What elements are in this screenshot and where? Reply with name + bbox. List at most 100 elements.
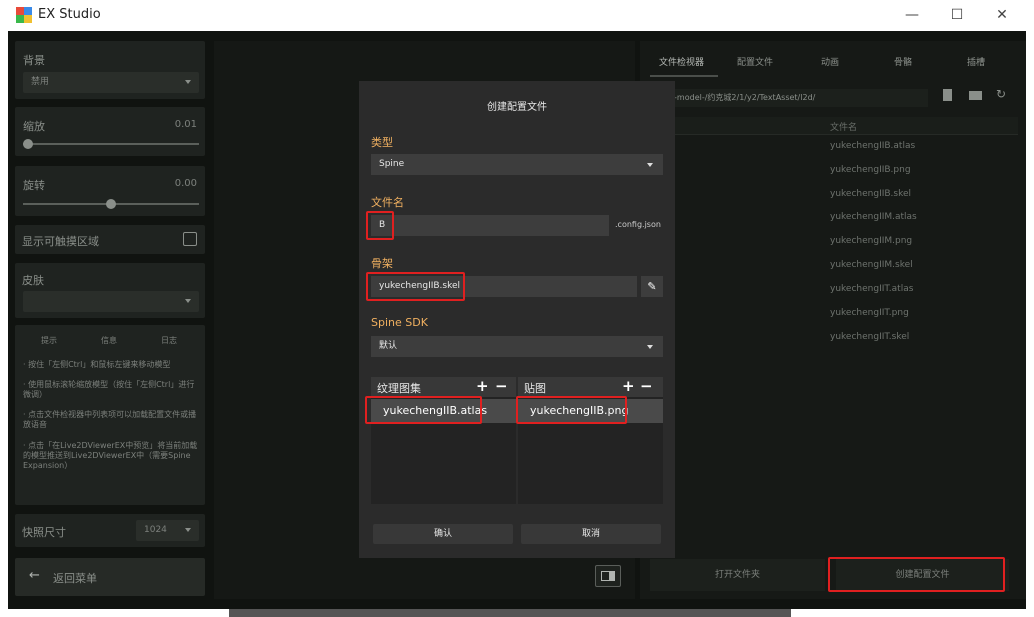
snapshot-label: 快照尺寸	[22, 526, 66, 539]
sdk-select[interactable]: 默认	[371, 336, 663, 357]
snapshot-size-select[interactable]: 1024	[136, 520, 199, 541]
tip-item: · 使用鼠标滚轮缩放模型（按住「左侧Ctrl」进行微调）	[23, 380, 195, 399]
filename-input[interactable]: B	[371, 215, 609, 236]
tab-info[interactable]: 信息	[101, 335, 117, 346]
new-file-icon[interactable]	[943, 89, 952, 101]
tab-slots[interactable]: 插槽	[967, 55, 985, 68]
open-folder-button[interactable]: 打开文件夹	[650, 559, 825, 591]
touch-area-checkbox[interactable]	[183, 232, 197, 246]
tab-file-browser[interactable]: 文件检视器	[659, 55, 704, 68]
chevron-down-icon	[647, 163, 653, 167]
background-label: 背景	[23, 54, 45, 67]
folder-icon[interactable]	[969, 91, 982, 100]
app-client-area: 背景 禁用 缩放 0.01 旋转 0.00 显示可触摸区域 皮肤 提示 信息 日…	[8, 31, 1026, 609]
app-window: EX Studio — ☐ ✕ 背景 禁用 缩放 0.01 旋转 0.00 显示…	[0, 0, 1034, 617]
add-atlas-icon[interactable]: +	[476, 379, 489, 394]
tab-animations[interactable]: 动画	[821, 55, 839, 68]
skeleton-label: 骨架	[371, 257, 393, 270]
type-select-value: Spine	[379, 159, 405, 169]
chevron-down-icon	[185, 528, 191, 532]
remove-texture-icon[interactable]: −	[640, 379, 653, 394]
rotate-value: 0.00	[174, 178, 197, 189]
rotate-section: 旋转 0.00	[15, 166, 205, 216]
texture-list-header: 贴图 + −	[518, 377, 663, 397]
chevron-down-icon	[185, 80, 191, 84]
rotate-label: 旋转	[23, 179, 45, 192]
tip-item: · 按住「左侧Ctrl」和鼠标左键来移动模型	[23, 360, 171, 369]
scale-section: 缩放 0.01	[15, 107, 205, 156]
chevron-down-icon	[185, 299, 191, 303]
atlas-list-header: 纹理图集 + −	[371, 377, 516, 397]
texture-highlight	[516, 396, 627, 424]
skin-section: 皮肤	[15, 263, 205, 318]
file-list-item[interactable]: yukechengIIB.skel	[830, 189, 911, 199]
panel-toggle-icon	[601, 571, 615, 581]
column-header-filename: 文件名	[830, 123, 858, 133]
background-section: 背景 禁用	[15, 41, 205, 99]
snapshot-section: 快照尺寸 1024	[15, 514, 205, 547]
file-list-item[interactable]: yukechengIIT.skel	[830, 332, 909, 342]
background-select-value: 禁用	[31, 77, 50, 87]
filename-label: 文件名	[371, 196, 404, 209]
snapshot-size-value: 1024	[144, 525, 167, 535]
window-title: EX Studio	[38, 7, 101, 22]
skin-label: 皮肤	[22, 274, 44, 287]
file-list-item[interactable]: yukechengIIB.atlas	[830, 141, 915, 151]
maximize-button[interactable]: ☐	[944, 4, 970, 26]
edit-pencil-icon[interactable]: ✎	[641, 276, 663, 297]
confirm-button[interactable]: 确认	[373, 524, 513, 544]
file-list-header: 文件名	[648, 117, 1018, 135]
create-config-dialog: 创建配置文件 类型 Spine 文件名 B .config.json 骨架 yu…	[359, 81, 675, 558]
touch-area-section: 显示可触摸区域	[15, 225, 205, 254]
tab-config-files[interactable]: 配置文件	[737, 55, 773, 68]
tip-item: · 点击「在Live2DViewerEX中预览」将当前加载的模型推送到Live2…	[23, 441, 198, 470]
file-list-item[interactable]: yukechengIIT.png	[830, 308, 909, 318]
back-to-menu-button[interactable]: ← 返回菜单	[15, 558, 205, 596]
filename-highlight	[366, 211, 394, 240]
sdk-label: Spine SDK	[371, 316, 428, 329]
file-browser-panel: 文件检视器 配置文件 动画 骨骼 插槽 ive2d-model-/约克城2/1/…	[640, 41, 1026, 599]
file-list-item[interactable]: yukechengIIB.png	[830, 165, 911, 175]
tab-log[interactable]: 日志	[161, 335, 177, 346]
file-list-item[interactable]: yukechengIIT.atlas	[830, 284, 913, 294]
touch-area-label: 显示可触摸区域	[22, 235, 99, 248]
tab-tips[interactable]: 提示	[41, 335, 57, 346]
toggle-panel-button[interactable]	[595, 565, 621, 587]
scale-slider-track[interactable]	[23, 143, 199, 145]
arrow-left-icon: ←	[29, 568, 40, 583]
type-select[interactable]: Spine	[371, 154, 663, 175]
add-texture-icon[interactable]: +	[622, 379, 635, 394]
file-list-item[interactable]: yukechengIIM.skel	[830, 260, 913, 270]
dialog-title: 创建配置文件	[487, 102, 547, 113]
title-bar: EX Studio — ☐ ✕	[0, 0, 1034, 31]
app-logo-icon	[16, 7, 32, 23]
info-section: 提示 信息 日志 · 按住「左侧Ctrl」和鼠标左键来移动模型 · 使用鼠标滚轮…	[15, 325, 205, 505]
skeleton-highlight	[366, 272, 465, 301]
remove-atlas-icon[interactable]: −	[495, 379, 508, 394]
atlas-highlight	[365, 396, 482, 424]
type-label: 类型	[371, 136, 393, 149]
back-to-menu-label: 返回菜单	[53, 572, 97, 585]
path-input[interactable]: ive2d-model-/约克城2/1/y2/TextAsset/l2d/	[648, 89, 928, 107]
sdk-select-value: 默认	[379, 341, 398, 351]
scale-label: 缩放	[23, 120, 45, 133]
atlas-header-label: 纹理图集	[377, 382, 421, 395]
create-config-highlight	[828, 557, 1005, 592]
tip-item: · 点击文件检视器中列表项可以加载配置文件或播放语音	[23, 410, 197, 429]
taskbar-strip	[229, 609, 791, 617]
scale-slider-handle[interactable]	[23, 139, 33, 149]
close-button[interactable]: ✕	[989, 4, 1015, 26]
rotate-slider-handle[interactable]	[106, 199, 116, 209]
chevron-down-icon	[647, 345, 653, 349]
minimize-button[interactable]: —	[899, 4, 925, 26]
scale-value: 0.01	[174, 119, 197, 130]
cancel-button[interactable]: 取消	[521, 524, 661, 544]
file-list-item[interactable]: yukechengIIM.png	[830, 236, 912, 246]
skin-select[interactable]	[23, 291, 199, 312]
background-select[interactable]: 禁用	[23, 72, 199, 93]
refresh-icon[interactable]: ↻	[996, 87, 1006, 101]
tab-bones[interactable]: 骨骼	[894, 55, 912, 68]
active-tab-indicator	[650, 75, 718, 77]
filename-suffix: .config.json	[615, 220, 661, 229]
file-list-item[interactable]: yukechengIIM.atlas	[830, 212, 917, 222]
